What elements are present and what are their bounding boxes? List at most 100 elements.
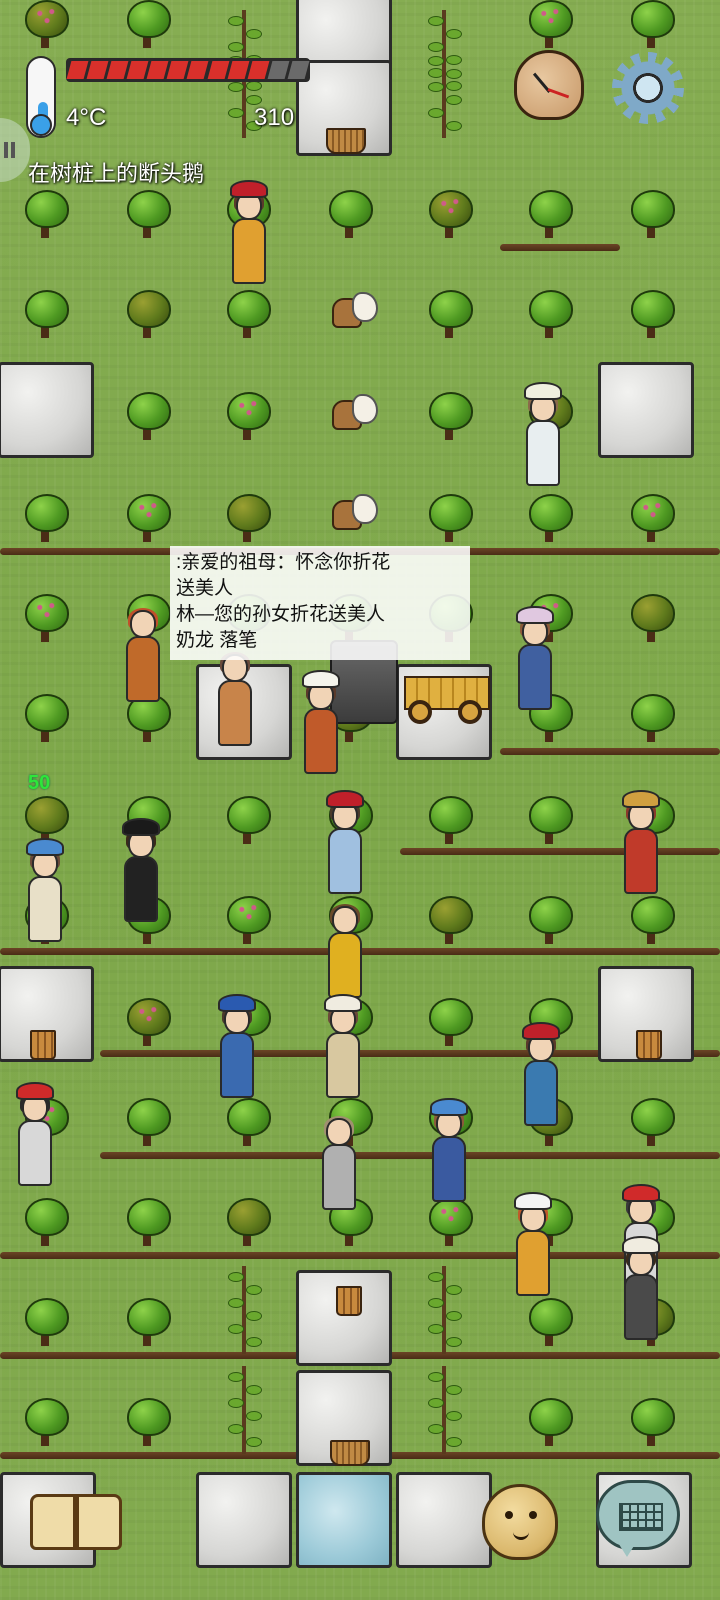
berry-bush[interactable] (628, 1098, 675, 1148)
berry-bush[interactable] (124, 0, 171, 50)
emote-button[interactable] (482, 1484, 558, 1560)
berry-bush[interactable] (124, 392, 171, 442)
speech-line: 林—您的孙女折花送美人 (176, 604, 386, 625)
berry-bush[interactable] (426, 998, 473, 1048)
berry-bush[interactable] (224, 1098, 271, 1148)
berry-bush[interactable] (628, 694, 675, 744)
berry-bush[interactable] (22, 190, 69, 240)
player-character[interactable] (520, 380, 564, 490)
berry-bush[interactable] (124, 494, 171, 544)
berry-bush[interactable] (526, 190, 573, 240)
player-character[interactable] (316, 1104, 360, 1214)
player-character[interactable] (510, 1190, 554, 1300)
berry-bush[interactable] (224, 392, 271, 442)
clock-icon[interactable] (512, 48, 588, 124)
berry-bush[interactable] (426, 392, 473, 442)
player-character[interactable] (618, 1234, 662, 1344)
berry-bush[interactable] (124, 190, 171, 240)
berry-bush[interactable] (526, 1298, 573, 1348)
sapling[interactable] (414, 1256, 474, 1356)
bucket[interactable] (336, 1286, 362, 1316)
berry-bush[interactable] (628, 494, 675, 544)
player-character[interactable] (120, 596, 164, 706)
berry-bush[interactable] (22, 1298, 69, 1348)
berry-bush[interactable] (628, 1398, 675, 1448)
cart[interactable] (400, 670, 490, 726)
player-character[interactable] (618, 788, 662, 898)
berry-bush[interactable] (224, 1198, 271, 1248)
player-character[interactable] (12, 1080, 56, 1190)
berry-bush[interactable] (426, 796, 473, 846)
basket[interactable] (330, 1440, 370, 1466)
chat-button[interactable] (596, 1480, 680, 1557)
player-character[interactable] (226, 178, 270, 288)
sapling[interactable] (214, 1356, 274, 1456)
berry-bush[interactable] (224, 796, 271, 846)
settings-button[interactable] (612, 52, 684, 124)
berry-bush[interactable] (526, 494, 573, 544)
yum-bonus-label: 50 (28, 772, 51, 794)
berry-bush[interactable] (426, 494, 473, 544)
player-character[interactable] (118, 816, 162, 926)
berry-bush[interactable] (526, 896, 573, 946)
gear-icon (612, 52, 684, 124)
berry-bush[interactable] (124, 290, 171, 340)
bucket[interactable] (636, 1030, 662, 1060)
player-character[interactable] (320, 992, 364, 1102)
berry-bush[interactable] (526, 796, 573, 846)
soil-row (100, 1152, 720, 1159)
berry-bush[interactable] (628, 896, 675, 946)
berry-bush[interactable] (628, 594, 675, 644)
stump-with-goose[interactable] (314, 490, 378, 534)
berry-bush[interactable] (526, 290, 573, 340)
sapling[interactable] (414, 1356, 474, 1456)
berry-bush[interactable] (526, 1398, 573, 1448)
stone-floor[interactable] (0, 362, 94, 458)
food-meter (66, 58, 310, 82)
berry-bush[interactable] (124, 998, 171, 1048)
berry-bush[interactable] (526, 0, 573, 50)
berry-bush[interactable] (124, 1198, 171, 1248)
player-character[interactable] (298, 668, 342, 778)
berry-bush[interactable] (224, 290, 271, 340)
berry-bush[interactable] (224, 896, 271, 946)
player-character[interactable] (512, 604, 556, 714)
player-character[interactable] (518, 1020, 562, 1130)
player-character[interactable] (322, 788, 366, 898)
berry-bush[interactable] (22, 1398, 69, 1448)
berry-bush[interactable] (22, 494, 69, 544)
bucket[interactable] (30, 1030, 56, 1060)
berry-bush[interactable] (22, 1198, 69, 1248)
food-pip (187, 61, 209, 79)
berry-bush[interactable] (124, 1298, 171, 1348)
berry-bush[interactable] (628, 0, 675, 50)
stump-with-goose[interactable] (314, 288, 378, 332)
berry-bush[interactable] (22, 290, 69, 340)
berry-bush[interactable] (426, 190, 473, 240)
sapling[interactable] (214, 1256, 274, 1356)
stone-floor[interactable] (598, 362, 694, 458)
berry-bush[interactable] (22, 694, 69, 744)
player-character[interactable] (22, 836, 66, 946)
player-character[interactable] (426, 1096, 470, 1206)
basket[interactable] (326, 128, 366, 154)
stump-with-goose[interactable] (314, 390, 378, 434)
game-world[interactable] (0, 0, 720, 1600)
player-character[interactable] (322, 892, 366, 1002)
tech-tree-button[interactable] (28, 1488, 126, 1556)
berry-bush[interactable] (124, 1098, 171, 1148)
soil-row (0, 1252, 720, 1259)
berry-bush[interactable] (326, 190, 373, 240)
berry-bush[interactable] (628, 190, 675, 240)
berry-bush[interactable] (426, 290, 473, 340)
stone-floor[interactable] (296, 1270, 392, 1366)
hover-object-label: 在树桩上的断头鹅 (28, 161, 205, 186)
berry-bush[interactable] (22, 594, 69, 644)
berry-bush[interactable] (224, 494, 271, 544)
berry-bush[interactable] (426, 896, 473, 946)
player-character[interactable] (214, 992, 258, 1102)
sapling[interactable] (414, 40, 474, 140)
berry-bush[interactable] (628, 290, 675, 340)
berry-bush[interactable] (124, 1398, 171, 1448)
berry-bush[interactable] (22, 0, 69, 50)
